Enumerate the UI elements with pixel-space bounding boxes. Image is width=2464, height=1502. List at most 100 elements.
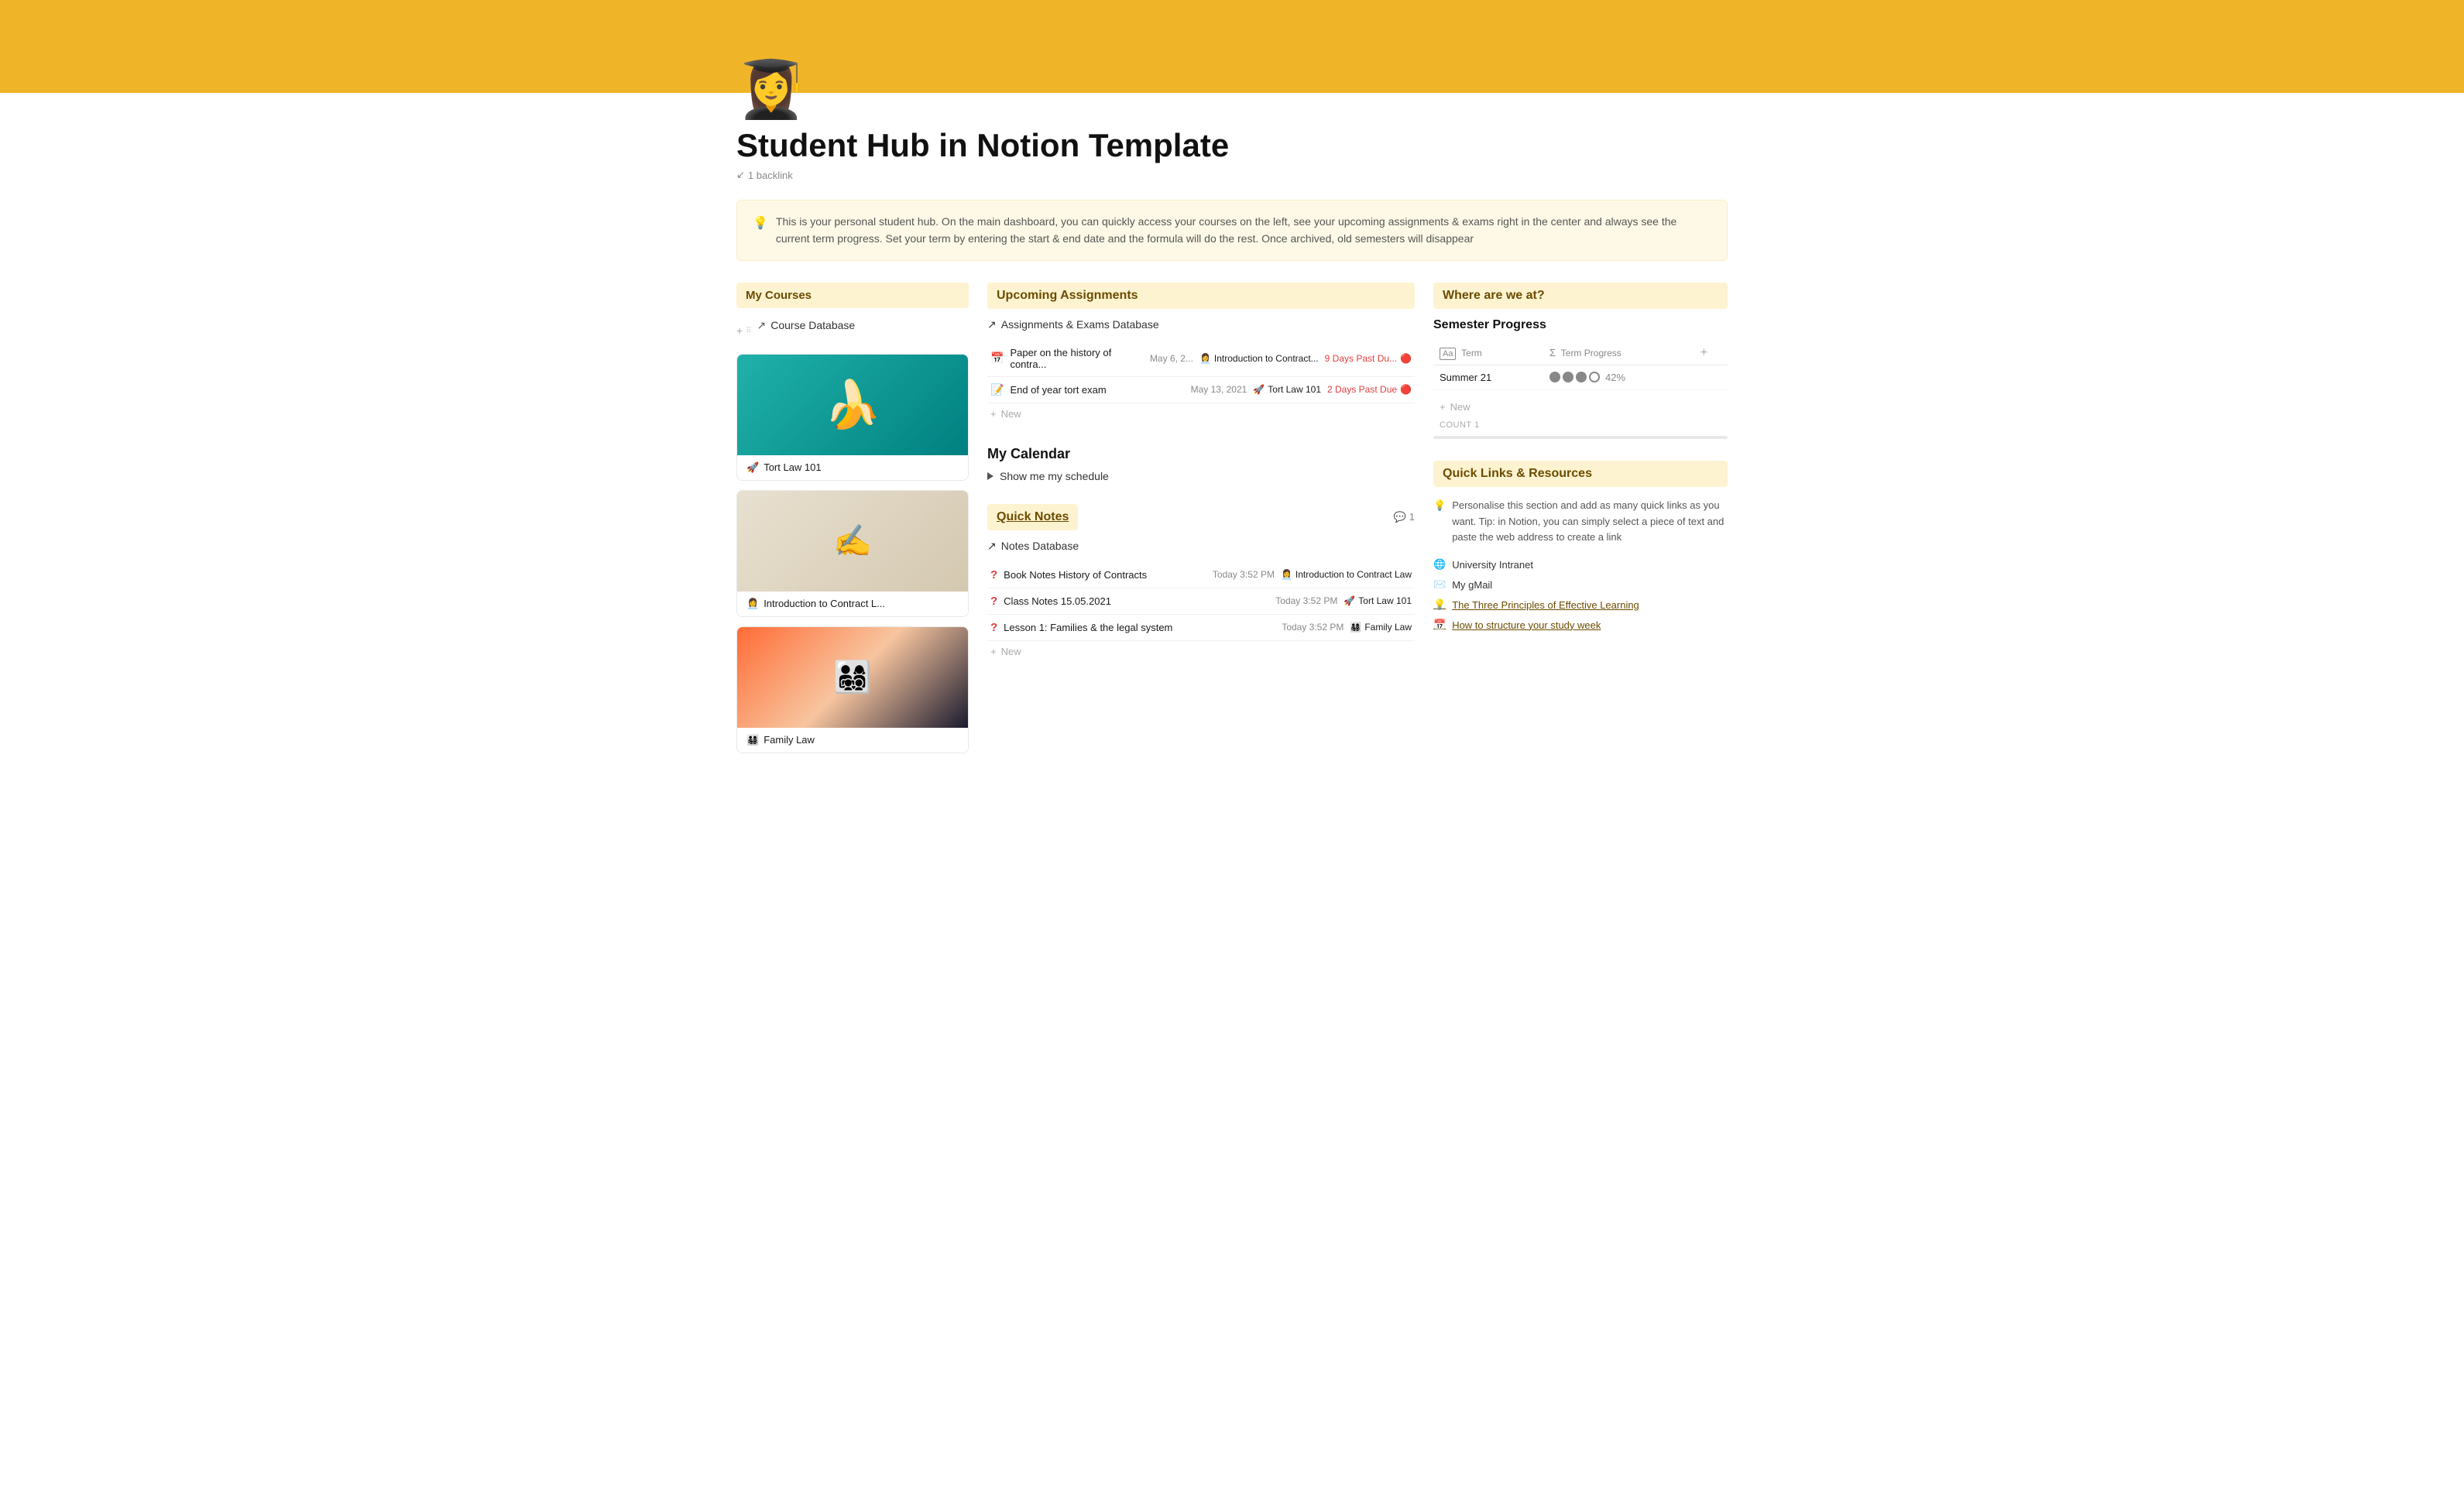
note-row-1[interactable]: ? Book Notes History of Contracts Today … [987, 562, 1415, 588]
page-container: 👩‍🎓 Student Hub in Notion Template ↙ 1 b… [690, 62, 1774, 794]
my-courses-header: My Courses [736, 283, 969, 308]
course-card-label-tort: 🚀 Tort Law 101 [737, 455, 968, 480]
assignment-row-2[interactable]: 📝 End of year tort exam May 13, 2021 🚀 T… [987, 377, 1415, 403]
progress-new-row[interactable]: + New [1433, 396, 1728, 417]
semester-progress-section: Where are we at? Semester Progress Aa Te… [1433, 283, 1728, 439]
note-time-1: Today 3:52 PM [1213, 569, 1275, 580]
assignment-due-1: 9 Days Past Du... 🔴 [1325, 353, 1412, 364]
term-cell: Summer 21 [1433, 365, 1543, 389]
backlink[interactable]: ↙ 1 backlink [736, 169, 1728, 181]
link-bulb-icon: 💡 [1433, 598, 1446, 611]
upcoming-assignments-header: Upcoming Assignments [987, 283, 1415, 309]
quick-notes-header: Quick Notes 💬 1 [987, 504, 1415, 530]
note-name-2: ? Class Notes 15.05.2021 [990, 595, 1269, 608]
notes-db-link[interactable]: ↗ Notes Database [987, 540, 1415, 553]
triangle-right-icon [987, 472, 993, 480]
assignment-due-2: 2 Days Past Due 🔴 [1327, 384, 1412, 395]
mail-icon: ✉️ [1433, 578, 1446, 591]
where-are-we-header: Where are we at? [1433, 283, 1728, 309]
circle-1 [1549, 372, 1560, 382]
calendar-tag-icon-1: 📅 [990, 351, 1004, 365]
progress-count-row: COUNT 1 [1433, 417, 1728, 433]
semester-progress-title: Semester Progress [1433, 318, 1728, 332]
link-university[interactable]: 🌐 University Intranet [1433, 558, 1728, 571]
question-icon-3: ? [990, 621, 997, 634]
add-course-icon[interactable]: + [736, 324, 743, 337]
course-card-label-contract: 👩‍💼 Introduction to Contract L... [737, 592, 968, 616]
notepad-tag-icon-2: 📝 [990, 383, 1004, 396]
link-study-week[interactable]: 📅 How to structure your study week [1433, 619, 1728, 631]
left-column: My Courses + ⠿ ↗ Course Database 🍌 🚀 [736, 283, 969, 763]
tip-bulb-icon: 💡 [1433, 498, 1446, 546]
backlink-icon: ↙ [736, 169, 745, 181]
sigma-icon: Σ [1549, 347, 1556, 358]
progress-circles: 42% [1549, 372, 1688, 383]
assignment-course-1: 👩‍💼 Introduction to Contract... [1199, 353, 1319, 364]
arrow-up-right-icon: ↗ [757, 319, 767, 332]
quick-links-tip: 💡 Personalise this section and add as ma… [1433, 498, 1728, 546]
assignment-row-1[interactable]: 📅 Paper on the history of contra... May … [987, 341, 1415, 377]
col-add-header[interactable]: + [1694, 341, 1728, 365]
note-row-2[interactable]: ? Class Notes 15.05.2021 Today 3:52 PM 🚀… [987, 588, 1415, 615]
quick-links-section: Quick Links & Resources 💡 Personalise th… [1433, 461, 1728, 631]
circle-3 [1576, 372, 1587, 382]
quick-links-header: Quick Links & Resources [1433, 461, 1728, 487]
quick-notes-title[interactable]: Quick Notes [987, 504, 1078, 530]
main-grid: My Courses + ⠿ ↗ Course Database 🍌 🚀 [736, 283, 1728, 763]
link-gmail[interactable]: ✉️ My gMail [1433, 578, 1728, 591]
assignment-name-1: 📅 Paper on the history of contra... [990, 347, 1144, 370]
note-course-1: 👩‍💼 Introduction to Contract Law [1281, 569, 1412, 580]
note-row-3[interactable]: ? Lesson 1: Families & the legal system … [987, 615, 1415, 641]
course-card-image-tort: 🍌 [737, 355, 968, 455]
calendar-title: My Calendar [987, 446, 1415, 462]
assignment-date-1: May 6, 2... [1150, 353, 1193, 364]
question-icon-1: ? [990, 568, 997, 581]
note-new-row[interactable]: + New [987, 641, 1415, 662]
info-box: 💡 This is your personal student hub. On … [736, 200, 1728, 261]
course-card-family-law[interactable]: 👨‍👩‍👧‍👦 👨‍👩‍👧‍👦 Family Law [736, 626, 969, 753]
course-database-link[interactable]: ↗ Course Database [754, 317, 859, 334]
progress-pct: 42% [1605, 372, 1625, 383]
page-icon: 👩‍🎓 [736, 62, 1728, 118]
page-title: Student Hub in Notion Template [736, 127, 1728, 164]
add-column-icon[interactable]: + [1700, 346, 1707, 359]
col-progress-header: Σ Term Progress [1543, 341, 1694, 365]
comment-icon: 💬 [1394, 511, 1406, 523]
note-name-3: ? Lesson 1: Families & the legal system [990, 621, 1275, 634]
calendar-section: My Calendar Show me my schedule [987, 446, 1415, 482]
course-add-group: + ⠿ [736, 324, 751, 337]
course-card-contract[interactable]: ✍️ 👩‍💼 Introduction to Contract L... [736, 490, 969, 617]
course-card-label-family: 👨‍👩‍👧‍👦 Family Law [737, 728, 968, 753]
calendar-toggle[interactable]: Show me my schedule [987, 470, 1415, 482]
course-card-image-contract: ✍️ [737, 491, 968, 592]
course-card-tort-law[interactable]: 🍌 🚀 Tort Law 101 [736, 354, 969, 481]
assignment-name-2: 📝 End of year tort exam [990, 383, 1185, 396]
progress-cell: 42% [1543, 365, 1694, 389]
link-principles[interactable]: 💡 The Three Principles of Effective Lear… [1433, 598, 1728, 611]
right-column: Where are we at? Semester Progress Aa Te… [1433, 283, 1728, 639]
progress-row-summer21[interactable]: Summer 21 42% [1433, 365, 1728, 389]
drag-handle-icon: ⠿ [746, 327, 750, 335]
center-column: Upcoming Assignments ↗ Assignments & Exa… [987, 283, 1415, 662]
assignments-section: Upcoming Assignments ↗ Assignments & Exa… [987, 283, 1415, 424]
note-course-3: 👨‍👩‍👧‍👦 Family Law [1350, 622, 1412, 633]
circle-2 [1563, 372, 1573, 382]
quick-notes-section: Quick Notes 💬 1 ↗ Notes Database ? Book … [987, 504, 1415, 662]
notes-arrow-icon: ↗ [987, 540, 997, 553]
circle-4 [1589, 372, 1600, 382]
col-term-header: Aa Term [1433, 341, 1543, 365]
assignment-new-row[interactable]: + New [987, 403, 1415, 424]
note-name-1: ? Book Notes History of Contracts [990, 568, 1206, 581]
link-calendar-icon: 📅 [1433, 619, 1446, 631]
assignment-new-plus-icon: + [990, 408, 997, 420]
globe-icon: 🌐 [1433, 558, 1446, 571]
course-card-image-family: 👨‍👩‍👧‍👦 [737, 627, 968, 728]
assignment-date-2: May 13, 2021 [1191, 384, 1247, 395]
note-time-2: Today 3:52 PM [1275, 595, 1337, 606]
scrollbar-hint [1433, 436, 1728, 439]
note-time-3: Today 3:52 PM [1282, 622, 1344, 633]
note-new-plus-icon: + [990, 646, 997, 657]
progress-new-plus-icon: + [1440, 401, 1446, 413]
assignments-db-link[interactable]: ↗ Assignments & Exams Database [987, 318, 1415, 331]
aa-icon: Aa [1440, 348, 1456, 360]
